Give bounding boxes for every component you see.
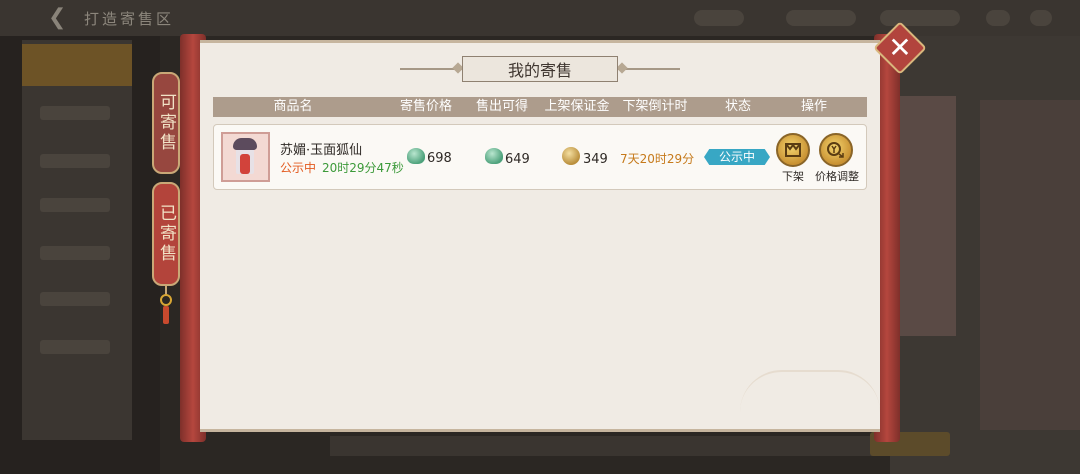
tab-tassel-icon bbox=[163, 306, 169, 324]
background-left-item bbox=[40, 106, 110, 120]
column-header-countdown: 下架倒计时 bbox=[622, 99, 688, 114]
background-left-item bbox=[40, 340, 110, 354]
delist-icon bbox=[785, 143, 801, 157]
delist-button[interactable] bbox=[776, 133, 810, 167]
background-left-item bbox=[40, 154, 110, 168]
background-resource-bar bbox=[786, 10, 856, 26]
background-resource-bar bbox=[880, 10, 960, 26]
back-arrow-icon[interactable]: ❮ bbox=[48, 6, 74, 30]
close-icon[interactable]: ✕ bbox=[881, 29, 919, 67]
jade-coin-icon bbox=[407, 148, 425, 164]
adjust-price-button[interactable] bbox=[819, 133, 853, 167]
background-character-card bbox=[898, 96, 956, 336]
status-badge: 公示中 bbox=[704, 149, 770, 165]
column-header-actions: 操作 bbox=[800, 99, 827, 114]
item-name: 苏媚·玉面狐仙 bbox=[280, 143, 363, 158]
deposit-value: 349 bbox=[583, 152, 608, 167]
item-public-timer: 20时29分47秒 bbox=[322, 161, 404, 175]
adjust-price-icon bbox=[827, 142, 844, 158]
background-resource-bar bbox=[694, 10, 744, 26]
background-left-item bbox=[40, 246, 110, 260]
column-header-item-name: 商品名 bbox=[273, 99, 313, 114]
panel-cloud-decoration bbox=[740, 370, 880, 412]
jade-coin-icon bbox=[485, 148, 503, 164]
background-bottom-bar bbox=[330, 436, 950, 456]
background-left-list bbox=[22, 40, 132, 440]
item-portrait-robe bbox=[240, 154, 250, 174]
table-header: 商品名 寄售价格 售出可得 上架保证金 下架倒计时 状态 操作 bbox=[213, 97, 867, 117]
background-left-active-item bbox=[22, 44, 132, 86]
tab-consigned[interactable]: 已寄售 bbox=[152, 182, 180, 286]
proceeds-value: 649 bbox=[505, 152, 530, 167]
column-header-state: 状态 bbox=[724, 99, 751, 114]
item-portrait-hair bbox=[233, 138, 257, 150]
background-left-item bbox=[40, 198, 110, 212]
tab-available-to-consign[interactable]: 可寄售 bbox=[152, 72, 180, 174]
background-menu-icon bbox=[1030, 10, 1052, 26]
item-status-text: 公示中 bbox=[280, 161, 317, 175]
column-header-deposit: 上架保证金 bbox=[544, 99, 610, 114]
dialog-title: 我的寄售 bbox=[462, 56, 618, 82]
background-left-item bbox=[40, 292, 110, 306]
background-character-art bbox=[980, 100, 1080, 430]
delist-label[interactable]: 下架 bbox=[776, 168, 810, 184]
delist-countdown: 7天20时29分 bbox=[620, 152, 695, 166]
tab-ring-icon bbox=[160, 294, 172, 306]
price-value: 698 bbox=[427, 151, 452, 166]
gold-coin-icon bbox=[562, 147, 580, 165]
background-mail-icon bbox=[986, 10, 1010, 26]
adjust-price-label[interactable]: 价格调整 bbox=[810, 168, 864, 184]
background-page-title: 打造寄售区 bbox=[84, 10, 175, 28]
column-header-proceeds: 售出可得 bbox=[475, 99, 528, 114]
column-header-price: 寄售价格 bbox=[399, 99, 452, 114]
